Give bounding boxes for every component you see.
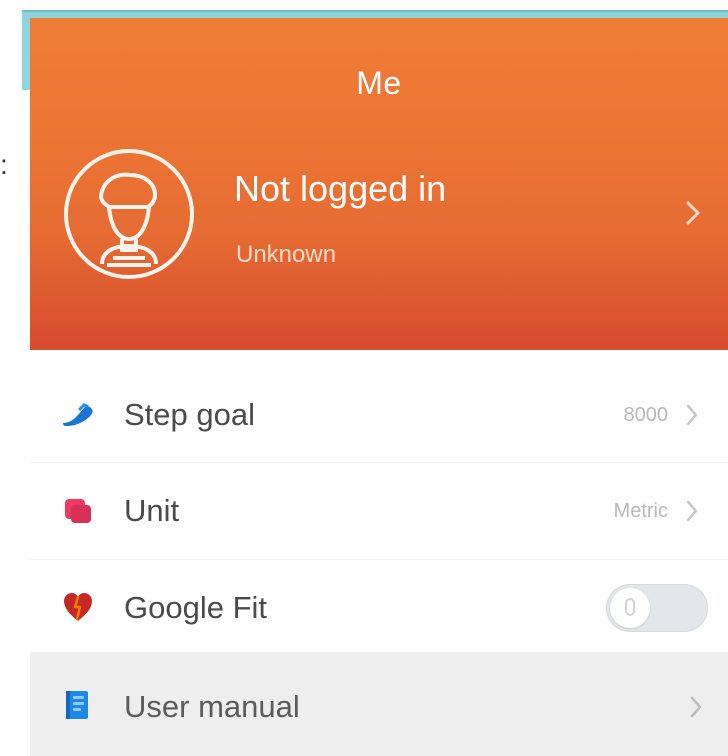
google-fit-toggle[interactable] bbox=[606, 584, 708, 632]
screen: : Me Not logged in Unknown Step goal 800… bbox=[0, 0, 728, 756]
toggle-knob-mark bbox=[625, 598, 635, 616]
shoe-icon bbox=[60, 397, 96, 433]
manual-icon bbox=[60, 687, 96, 723]
shoe-icon-svg bbox=[63, 403, 93, 426]
page-title: Me bbox=[356, 65, 402, 101]
profile-chevron-svg bbox=[686, 201, 700, 225]
menu-item-google-fit[interactable]: Google Fit bbox=[30, 560, 728, 656]
settings-menu: Step goal 8000 Unit Metric Google Fit Us… bbox=[30, 350, 728, 756]
menu-item-unit[interactable]: Unit Metric bbox=[30, 463, 728, 559]
avatar-graphic bbox=[64, 149, 194, 279]
heart-icon-svg bbox=[64, 593, 92, 621]
menu-item-user-manual[interactable]: User manual bbox=[30, 653, 728, 756]
chevron-right-icon bbox=[680, 399, 704, 431]
chevron-right-svg bbox=[690, 696, 702, 718]
user-manual-label: User manual bbox=[124, 689, 300, 724]
profile-header: Me Not logged in Unknown bbox=[30, 18, 728, 350]
chevron-right-icon bbox=[684, 691, 708, 723]
menu-item-step-goal[interactable]: Step goal 8000 bbox=[30, 367, 728, 463]
heart-icon bbox=[60, 590, 96, 626]
unit-icon-svg bbox=[65, 499, 91, 523]
unit-icon bbox=[60, 493, 96, 529]
background-edge-text: : bbox=[0, 149, 8, 180]
unit-label: Unit bbox=[124, 493, 180, 528]
google-fit-label: Google Fit bbox=[124, 590, 268, 625]
unit-value: Metric bbox=[613, 500, 668, 522]
avatar-icon[interactable] bbox=[59, 144, 199, 284]
chevron-right-svg bbox=[686, 404, 698, 426]
step-goal-value: 8000 bbox=[623, 404, 669, 426]
manual-icon-svg bbox=[66, 691, 88, 719]
chevron-right-icon bbox=[680, 495, 704, 527]
step-goal-label: Step goal bbox=[124, 397, 255, 432]
chevron-right-svg bbox=[686, 500, 698, 522]
toggle-knob bbox=[610, 588, 650, 628]
profile-name[interactable]: Not logged in bbox=[234, 168, 446, 210]
profile-subtitle: Unknown bbox=[236, 241, 337, 268]
profile-chevron-right-icon[interactable] bbox=[676, 196, 710, 230]
